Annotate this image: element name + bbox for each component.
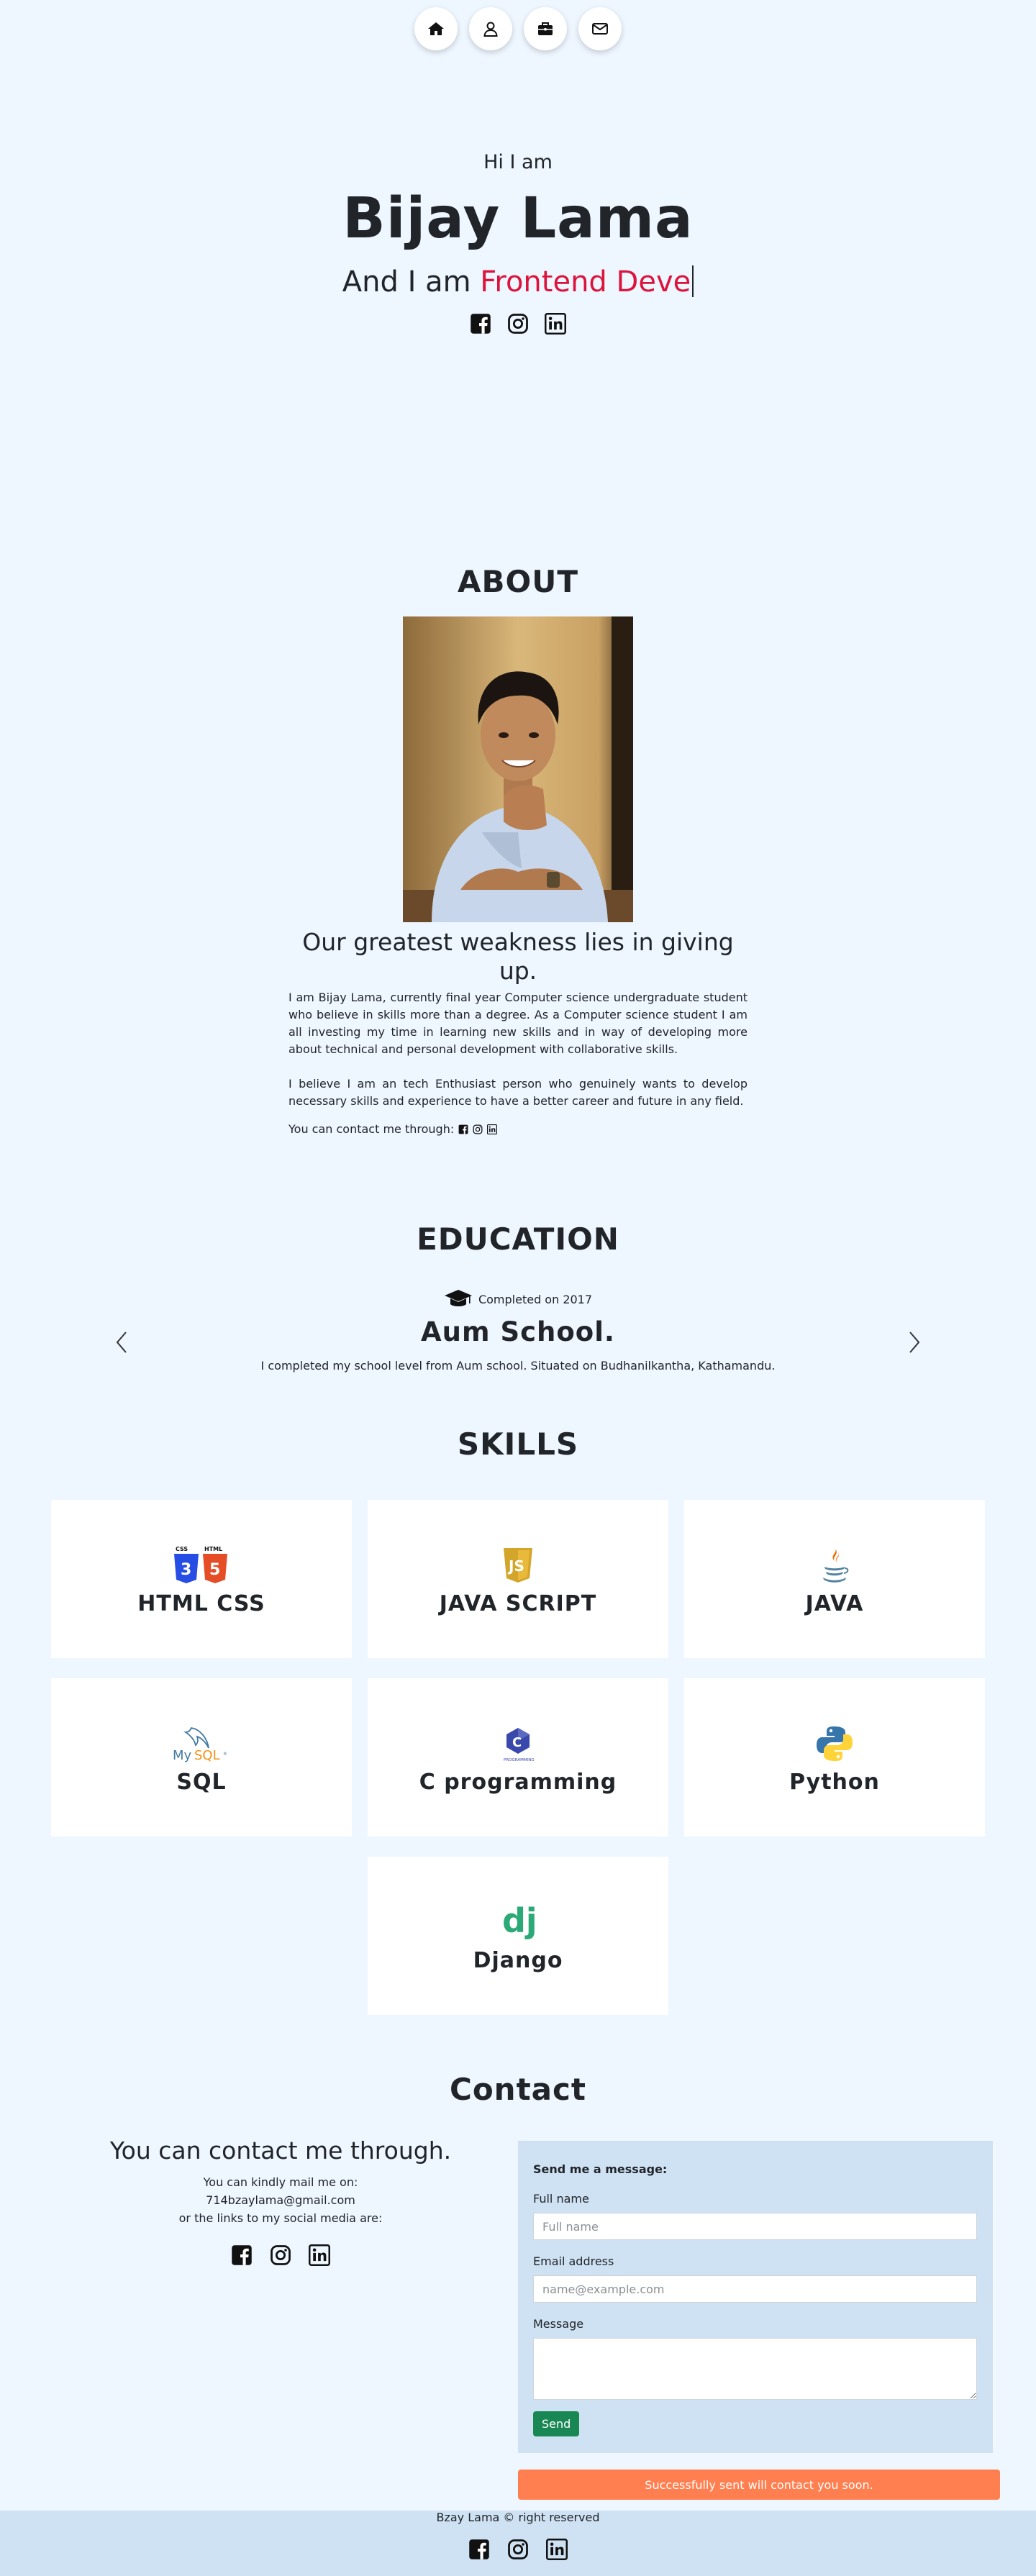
graduation-cap-icon — [444, 1290, 472, 1306]
contact-lead: You can contact me through. — [109, 2136, 452, 2165]
education-school: Aum School. — [421, 1316, 615, 1347]
email-label: Email address — [533, 2254, 614, 2268]
contact-form: Send me a message: Full name Email addre… — [518, 2141, 993, 2453]
contact-email[interactable]: 714bzaylama@gmail.com — [72, 2191, 489, 2209]
skill-label: SQL — [176, 1769, 227, 1795]
instagram-icon[interactable] — [473, 1124, 483, 1134]
mysql-icon: My SQL ® — [173, 1726, 227, 1763]
contact-socials — [72, 2244, 489, 2266]
briefcase-icon — [538, 22, 553, 35]
svg-text:5: 5 — [209, 1561, 220, 1579]
linkedin-icon[interactable] — [546, 2539, 568, 2560]
footer: Bzay Lama © right reserved — [0, 2511, 1036, 2576]
svg-text:My: My — [173, 1748, 192, 1763]
linkedin-icon[interactable] — [487, 1124, 498, 1134]
c-icon: C PROGRAMMING — [504, 1727, 535, 1762]
skill-card-javascript: JS JAVA SCRIPT — [368, 1500, 668, 1658]
java-icon — [823, 1547, 849, 1583]
about-text: I am Bijay Lama, currently final year Co… — [288, 989, 748, 1110]
skill-label: Python — [789, 1769, 880, 1795]
svg-text:3: 3 — [181, 1561, 191, 1579]
education-slide: Completed on 2017 Aum School. I complete… — [0, 1288, 1036, 1373]
nav-about-button[interactable] — [469, 7, 512, 50]
svg-text:dj: dj — [502, 1901, 535, 1940]
skill-card-django: dj Django — [368, 1857, 668, 2015]
html-css-icon: CSS 3 HTML 5 — [174, 1546, 227, 1583]
footer-socials — [0, 2539, 1036, 2560]
message-label: Message — [533, 2317, 584, 2331]
contact-mail-label: You can kindly mail me on: — [203, 2175, 358, 2189]
contact-social-label: or the links to my social media are: — [178, 2211, 383, 2225]
hero-socials — [0, 313, 1036, 334]
nav-contact-button[interactable] — [578, 7, 622, 50]
user-icon — [483, 22, 498, 37]
full-name-label: Full name — [533, 2192, 589, 2206]
linkedin-icon[interactable] — [309, 2244, 330, 2266]
skill-label: JAVA SCRIPT — [439, 1590, 597, 1616]
instagram-icon[interactable] — [507, 313, 529, 334]
svg-text:SQL: SQL — [194, 1748, 220, 1763]
hero-name: Bijay Lama — [342, 186, 694, 251]
facebook-icon[interactable] — [468, 2539, 490, 2560]
nav-education-button[interactable] — [524, 7, 567, 50]
send-button[interactable]: Send — [533, 2411, 580, 2436]
facebook-icon[interactable] — [231, 2244, 253, 2266]
profile-photo — [403, 616, 633, 922]
full-name-input[interactable] — [533, 2213, 977, 2240]
facebook-icon[interactable] — [458, 1124, 468, 1134]
svg-text:PROGRAMMING: PROGRAMMING — [504, 1758, 535, 1762]
education-title: EDUCATION — [417, 1221, 619, 1257]
svg-text:JS: JS — [507, 1557, 524, 1575]
education-completed: Completed on 2017 — [0, 1288, 1036, 1311]
typed-prefix: And I am — [342, 265, 481, 299]
skill-label: C programming — [419, 1769, 617, 1795]
skill-label: Django — [473, 1947, 563, 1973]
instagram-icon[interactable] — [270, 2244, 291, 2266]
education-description: I completed my school level from Aum sch… — [260, 1359, 776, 1373]
typing-cursor — [692, 265, 694, 297]
top-nav — [0, 7, 1036, 50]
footer-copyright: Bzay Lama © right reserved — [436, 2511, 600, 2524]
skill-card-python: Python — [684, 1678, 985, 1837]
form-title: Send me a message: — [533, 2162, 668, 2176]
skill-card-sql: My SQL ® SQL — [51, 1678, 352, 1837]
hero-typed-line: And I am Frontend Deve — [0, 265, 1036, 299]
contact-details: You can kindly mail me on: 714bzaylama@g… — [72, 2173, 489, 2227]
instagram-icon[interactable] — [507, 2539, 529, 2560]
skills-title: SKILLS — [457, 1426, 579, 1462]
about-contact-label: You can contact me through: — [288, 1122, 455, 1136]
django-icon: dj — [502, 1901, 535, 1940]
message-textarea[interactable] — [533, 2338, 977, 2400]
contact-info: You can contact me through. You can kind… — [72, 2136, 489, 2266]
hero-section: Hi I am Bijay Lama And I am Frontend Dev… — [0, 151, 1036, 334]
about-contact: You can contact me through: — [288, 1122, 498, 1136]
svg-text:HTML: HTML — [204, 1546, 222, 1552]
about-paragraph-2: I believe I am an tech Enthusiast person… — [288, 1077, 748, 1108]
contact-title: Contact — [450, 2072, 586, 2107]
facebook-icon[interactable] — [470, 313, 491, 334]
typed-role: Frontend Deve — [480, 265, 691, 299]
svg-text:CSS: CSS — [176, 1546, 188, 1552]
javascript-icon: JS — [504, 1547, 532, 1583]
skill-label: JAVA — [805, 1590, 864, 1616]
svg-text:C: C — [512, 1735, 522, 1750]
success-toast: Successfully sent will contact you soon. — [518, 2470, 1000, 2500]
nav-home-button[interactable] — [414, 7, 458, 50]
email-input[interactable] — [533, 2275, 977, 2303]
about-quote: Our greatest weakness lies in giving up. — [302, 928, 734, 985]
skill-card-html-css: CSS 3 HTML 5 HTML CSS — [51, 1500, 352, 1658]
python-icon — [817, 1726, 853, 1761]
linkedin-icon[interactable] — [545, 313, 566, 334]
svg-text:®: ® — [223, 1752, 227, 1757]
home-icon — [428, 22, 444, 35]
hero-greeting: Hi I am — [483, 151, 553, 173]
skill-label: HTML CSS — [137, 1590, 265, 1616]
profile-photo-illustration — [403, 616, 633, 922]
about-paragraph-1: I am Bijay Lama, currently final year Co… — [288, 991, 748, 1056]
about-title: ABOUT — [458, 564, 578, 599]
skill-card-c-programming: C PROGRAMMING C programming — [368, 1678, 668, 1837]
skill-card-java: JAVA — [684, 1500, 985, 1658]
education-completed-text: Completed on 2017 — [478, 1292, 593, 1306]
envelope-icon — [592, 23, 608, 35]
